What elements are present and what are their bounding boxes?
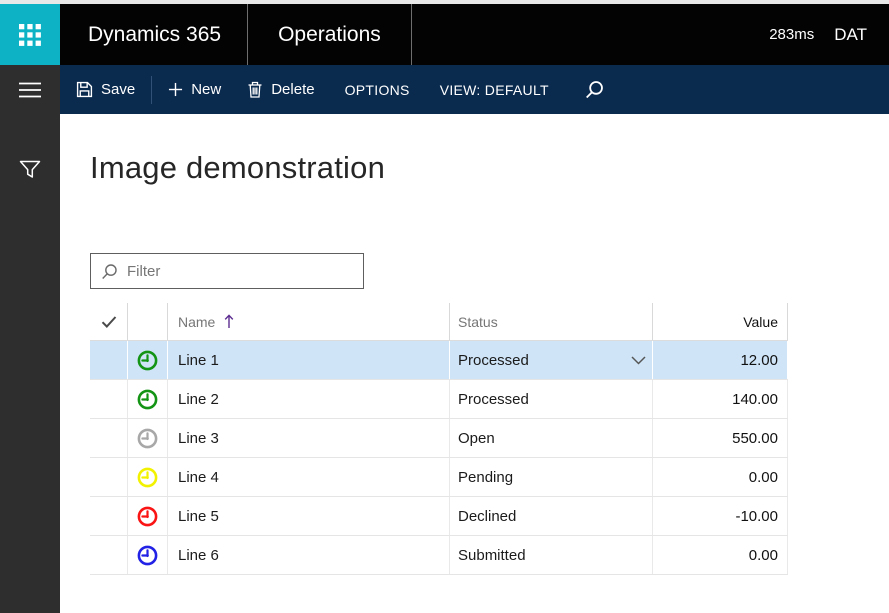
cell-value[interactable]: 140.00 (653, 380, 788, 418)
new-label: New (191, 81, 222, 98)
brand-title[interactable]: Dynamics 365 (60, 23, 247, 47)
options-label: OPTIONS (344, 81, 410, 98)
cell-value[interactable]: -10.00 (653, 497, 788, 535)
check-icon (101, 315, 116, 328)
cell-name[interactable]: Line 1 (168, 341, 450, 379)
row-icon-cell (128, 419, 168, 457)
table-row[interactable]: Line 2 Processed 140.00 (90, 380, 788, 419)
save-button[interactable]: Save (76, 81, 135, 98)
clock-icon (137, 545, 158, 565)
icon-column-header (128, 303, 168, 340)
cell-value[interactable]: 550.00 (653, 419, 788, 457)
status-column-header[interactable]: Status (450, 303, 653, 340)
product-title[interactable]: Operations (248, 23, 411, 47)
data-grid: Name Status Value Line 1 Processed 12.00… (90, 303, 788, 575)
waffle-icon (19, 23, 41, 46)
cell-status[interactable]: Processed (450, 380, 653, 418)
save-icon (76, 81, 93, 98)
cell-value[interactable]: 12.00 (653, 341, 788, 379)
command-bar-divider (151, 75, 153, 104)
select-all-header[interactable] (90, 303, 128, 340)
table-row[interactable]: Line 5 Declined -10.00 (90, 497, 788, 536)
clock-icon (137, 506, 158, 526)
app-bar: Dynamics 365 Operations 283ms DAT (0, 4, 889, 65)
row-icon-cell (128, 536, 168, 574)
page-title: Image demonstration (90, 150, 386, 185)
view-label: VIEW: DEFAULT (439, 81, 549, 98)
filter-input[interactable] (127, 262, 353, 280)
latency-indicator: 283ms (769, 26, 815, 43)
options-menu-button[interactable]: OPTIONS (345, 82, 410, 98)
table-row[interactable]: Line 1 Processed 12.00 (90, 341, 788, 380)
table-row[interactable]: Line 6 Submitted 0.00 (90, 536, 788, 575)
cell-name[interactable]: Line 4 (168, 458, 450, 496)
row-icon-cell (128, 341, 168, 379)
cell-name[interactable]: Line 2 (168, 380, 450, 418)
cell-name[interactable]: Line 6 (168, 536, 450, 574)
row-icon-cell (128, 380, 168, 418)
cell-name[interactable]: Line 5 (168, 497, 450, 535)
chevron-down-icon[interactable] (631, 355, 646, 365)
delete-label: Delete (271, 81, 315, 98)
row-select-cell[interactable] (90, 419, 128, 457)
table-row[interactable]: Line 4 Pending 0.00 (90, 458, 788, 497)
row-select-cell[interactable] (90, 536, 128, 574)
plus-icon (169, 82, 183, 97)
app-bar-divider (410, 4, 412, 65)
clock-icon (137, 467, 158, 487)
funnel-icon (19, 160, 41, 178)
search-icon (585, 81, 603, 99)
cell-status[interactable]: Pending (450, 458, 653, 496)
cell-value[interactable]: 0.00 (653, 536, 788, 574)
clock-icon (137, 350, 158, 370)
grid-header: Name Status Value (90, 303, 788, 341)
delete-button[interactable]: Delete (247, 81, 315, 98)
value-column-header[interactable]: Value (653, 303, 788, 340)
app-bar-black-section: Dynamics 365 Operations 283ms DAT (60, 4, 889, 65)
table-row[interactable]: Line 3 Open 550.00 (90, 419, 788, 458)
command-bar: Save New Delete OPTIONS VIEW: DEFAULT (60, 65, 889, 114)
filter-pane-button[interactable] (19, 160, 41, 186)
row-icon-cell (128, 458, 168, 496)
cell-status[interactable]: Declined (450, 497, 653, 535)
new-button[interactable]: New (168, 81, 221, 98)
clock-icon (137, 428, 158, 448)
cell-name[interactable]: Line 3 (168, 419, 450, 457)
page-body: Image demonstration Filter Name Status V… (60, 114, 889, 613)
company-badge[interactable]: DAT (834, 25, 867, 45)
filter-search-icon (102, 263, 117, 279)
name-column-header[interactable]: Name (168, 303, 450, 340)
app-launcher-button[interactable] (0, 4, 60, 65)
row-select-cell[interactable] (90, 341, 128, 379)
row-select-cell[interactable] (90, 458, 128, 496)
cell-status[interactable]: Submitted (450, 536, 653, 574)
clock-icon (137, 389, 158, 409)
sort-ascending-icon (225, 314, 234, 328)
grid-filter-box[interactable] (90, 253, 364, 289)
menu-button[interactable] (0, 65, 60, 114)
nav-sidebar (0, 65, 60, 613)
cell-status[interactable]: Open (450, 419, 653, 457)
hamburger-icon (19, 82, 41, 97)
row-icon-cell (128, 497, 168, 535)
row-select-cell[interactable] (90, 497, 128, 535)
view-selector-button[interactable]: VIEW: DEFAULT (440, 82, 549, 98)
row-select-cell[interactable] (90, 380, 128, 418)
save-label: Save (101, 81, 136, 98)
cell-status-dropdown[interactable]: Processed (450, 341, 653, 379)
trash-icon (248, 81, 262, 98)
command-search-button[interactable] (585, 80, 604, 99)
cell-value[interactable]: 0.00 (653, 458, 788, 496)
